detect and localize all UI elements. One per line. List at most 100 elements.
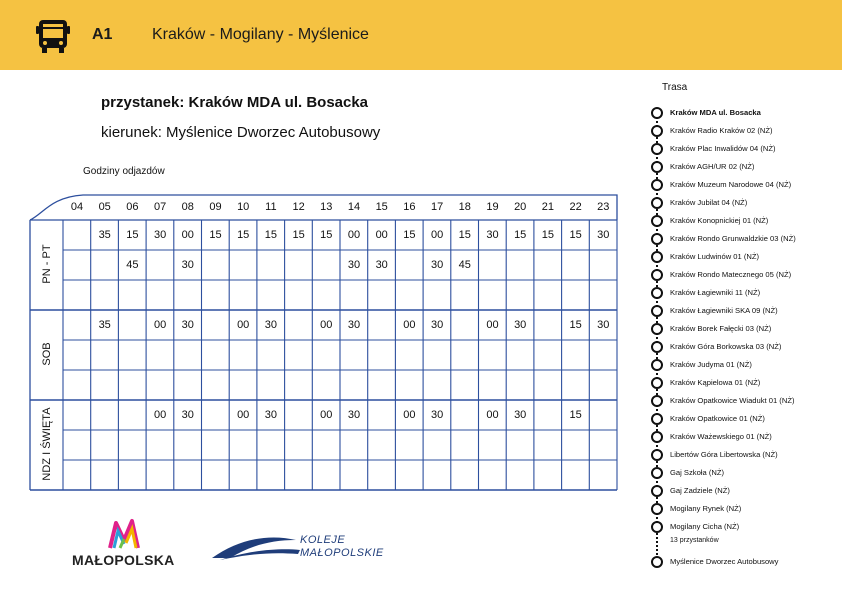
hour-label: 09 — [209, 201, 222, 213]
stop-name: Kraków Plac Inwalidów 04 (NŻ) — [670, 144, 776, 153]
stop-dot-icon — [651, 395, 663, 407]
stop-name: Kraków Łagiewniki 11 (NŻ) — [670, 288, 761, 297]
stop-name: Kraków Rondo Matecznego 05 (NŻ) — [670, 270, 792, 279]
stop-dot-icon — [651, 287, 663, 299]
route-list-title: Trasa — [662, 82, 688, 93]
stop-name: Kraków Ludwinów 01 (NŻ) — [670, 252, 760, 261]
hour-label: 23 — [597, 201, 610, 213]
day-type-label: NDZ I ŚWIĘTA — [41, 407, 53, 481]
hour-label: 06 — [126, 201, 139, 213]
departure-minute: 00 — [320, 319, 333, 331]
stop-name: Kraków Łagiewniki SKA 09 (NŻ) — [670, 306, 778, 315]
stop-dot-icon — [651, 215, 663, 227]
bus-icon — [36, 20, 70, 53]
stop-name: Kraków Opatkowice Wiadukt 01 (NŻ) — [670, 396, 795, 405]
stop-dot-icon — [651, 521, 663, 533]
departure-minute: 15 — [264, 229, 278, 241]
stop-name: Kraków Konopnickiej 01 (NŻ) — [670, 216, 769, 225]
departure-minute: 30 — [181, 259, 194, 271]
hour-label: 21 — [541, 201, 555, 213]
departure-minute: 30 — [514, 319, 527, 331]
stop-name: Kraków Opatkowice 01 (NŻ) — [670, 414, 765, 423]
departure-minute: 00 — [320, 409, 333, 421]
departure-minute: 30 — [375, 259, 388, 271]
departure-minute: 30 — [430, 319, 444, 331]
departure-minute: 30 — [597, 229, 610, 241]
hour-label: 19 — [486, 201, 499, 213]
departure-minute: 30 — [153, 229, 167, 241]
departure-minute: 15 — [514, 229, 527, 241]
koleje-text-1: KOLEJE — [300, 534, 346, 546]
stop-name: Libertów Góra Libertowska (NŻ) — [670, 450, 778, 459]
stop-dot-icon — [651, 197, 663, 209]
koleje-text-2: MAŁOPOLSKIE — [300, 547, 384, 559]
departure-minute: 15 — [292, 229, 305, 241]
stop-name: Myślenice Dworzec Autobusowy — [670, 557, 779, 566]
stop-dot-icon — [651, 431, 663, 443]
departure-minute: 15 — [569, 409, 582, 421]
departure-minute: 45 — [458, 259, 471, 271]
departure-minute: 30 — [181, 319, 194, 331]
departure-minute: 30 — [264, 319, 278, 331]
hour-label: 08 — [181, 201, 194, 213]
stop-dot-icon — [651, 556, 663, 568]
departure-minute: 00 — [347, 229, 361, 241]
departure-minute: 35 — [98, 229, 111, 241]
hour-label: 11 — [265, 201, 277, 213]
stop-dot-icon — [651, 323, 663, 335]
stop-dot-icon — [651, 251, 663, 263]
departure-minute: 30 — [430, 259, 444, 271]
stop-name: Kraków Ważewskiego 01 (NŻ) — [670, 432, 772, 441]
stop-name: Mogilany Cicha (NŻ) — [670, 522, 740, 531]
hour-label: 07 — [153, 201, 167, 213]
stop-name: Kraków MDA ul. Bosacka — [670, 108, 761, 117]
departure-minute: 15 — [126, 229, 139, 241]
stop-name: Mogilany Rynek (NŻ) — [670, 504, 742, 513]
hour-label: 20 — [514, 201, 527, 213]
stop-dot-icon — [651, 305, 663, 317]
hour-label: 18 — [458, 201, 471, 213]
departure-minute: 35 — [98, 319, 111, 331]
stop-name: Gaj Szkoła (NŻ) — [670, 468, 725, 477]
hour-label: 05 — [98, 201, 111, 213]
departure-minute: 30 — [181, 409, 194, 421]
stop-name: Kraków AGH/UR 02 (NŻ) — [670, 162, 755, 171]
departure-minute: 15 — [209, 229, 222, 241]
departure-minute: 30 — [347, 409, 361, 421]
departure-minute: 30 — [430, 409, 444, 421]
departure-minute: 15 — [458, 229, 471, 241]
day-type-label: SOB — [41, 342, 53, 366]
hour-label: 10 — [237, 201, 250, 213]
stop-name: Gaj Zadziele (NŻ) — [670, 486, 730, 495]
stop-name: Kraków Radio Kraków 02 (NŻ) — [670, 126, 773, 135]
departure-minute: 00 — [153, 409, 167, 421]
departure-minute: 15 — [403, 229, 416, 241]
stop-dot-icon — [651, 449, 663, 461]
header-bar: A1 Kraków - Mogilany - Myślenice — [0, 0, 842, 70]
stop-dot-icon — [651, 125, 663, 137]
departure-minute: 15 — [320, 229, 333, 241]
hour-label: 15 — [375, 201, 388, 213]
hours-caption: Godziny odjazdów — [83, 166, 165, 177]
departure-minute: 00 — [403, 319, 416, 331]
stop-dot-icon — [651, 503, 663, 515]
departure-minute: 00 — [486, 409, 499, 421]
departure-minute: 15 — [237, 229, 250, 241]
hour-label: 22 — [569, 201, 582, 213]
stop-name: Kraków Judyma 01 (NŻ) — [670, 360, 752, 369]
stop-dot-icon — [651, 233, 663, 245]
departure-minute: 30 — [514, 409, 527, 421]
grid-header-outline — [29, 194, 618, 221]
hour-label: 12 — [292, 201, 305, 213]
stop-dot-icon — [651, 161, 663, 173]
route-name: Kraków - Mogilany - Myślenice — [152, 26, 369, 43]
departure-minute: 15 — [569, 319, 582, 331]
departure-minute: 15 — [569, 229, 582, 241]
direction-title: kierunek: Myślenice Dworzec Autobusowy — [101, 124, 381, 141]
stop-dot-icon — [651, 107, 663, 119]
stop-title: przystanek: Kraków MDA ul. Bosacka — [101, 94, 369, 111]
stop-dot-icon — [651, 359, 663, 371]
departure-minute: 00 — [181, 229, 194, 241]
stop-dot-icon — [651, 179, 663, 191]
route-code: A1 — [92, 26, 113, 43]
